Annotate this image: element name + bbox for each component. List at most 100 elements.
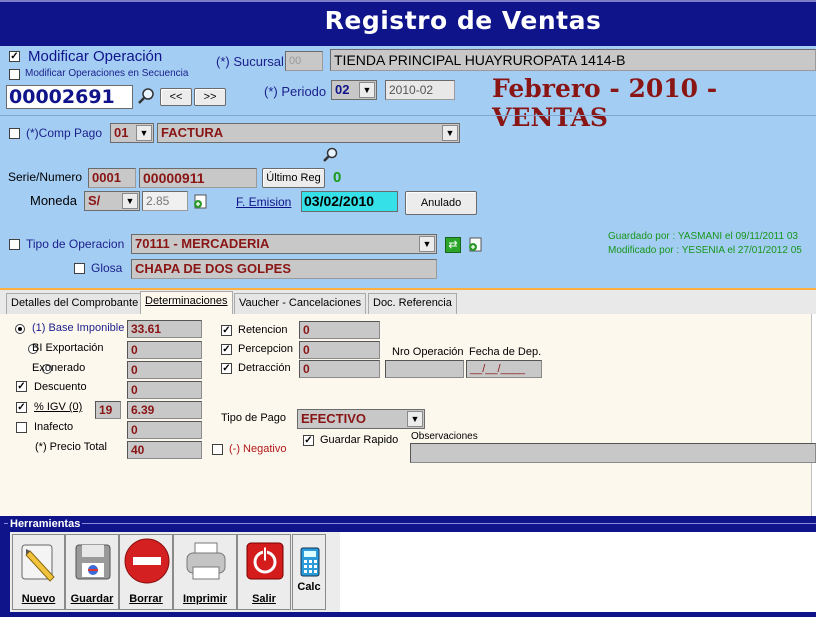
tipo-pago-label: Tipo de Pago bbox=[221, 412, 287, 424]
igv-checkbox[interactable]: ✓ bbox=[16, 402, 27, 413]
exonerado-label: Exonerado bbox=[32, 362, 86, 374]
tipo-pago-value: EFECTIVO bbox=[301, 411, 367, 426]
nro-operacion-label: Nro Operación bbox=[392, 346, 464, 358]
percepcion-checkbox[interactable]: ✓ bbox=[221, 344, 232, 355]
next-button[interactable]: >> bbox=[194, 88, 226, 106]
chevron-down-icon[interactable]: ▼ bbox=[122, 193, 138, 209]
tab-vaucher[interactable]: Vaucher - Cancelaciones bbox=[234, 293, 367, 314]
tipo-operacion-value: 70111 - MERCADERIA bbox=[135, 236, 270, 251]
serie-field[interactable]: 0001 bbox=[88, 168, 136, 188]
ultimo-reg-button[interactable]: Último Reg bbox=[262, 168, 325, 188]
guardar-rapido-checkbox[interactable]: ✓ bbox=[303, 435, 314, 446]
guardado-info: Guardado por : YASMANI el 09/11/2011 03 bbox=[608, 231, 798, 242]
retencion-checkbox[interactable]: ✓ bbox=[221, 325, 232, 336]
bi-exp-label: BI Exportación bbox=[32, 342, 104, 354]
negativo-label: (-) Negativo bbox=[229, 443, 287, 455]
anulado-button[interactable]: Anulado bbox=[405, 191, 477, 215]
percepcion-label: Percepcion bbox=[238, 343, 294, 355]
glosa-field[interactable]: CHAPA DE DOS GOLPES bbox=[131, 259, 437, 279]
refresh-icon[interactable] bbox=[192, 194, 208, 213]
secuencia-checkbox[interactable] bbox=[9, 69, 20, 80]
precio-field[interactable]: 40 bbox=[127, 441, 202, 459]
nro-operacion-field[interactable] bbox=[385, 360, 464, 378]
chevron-down-icon[interactable]: ▼ bbox=[442, 125, 458, 141]
retencion-field[interactable]: 0 bbox=[299, 321, 380, 339]
divider bbox=[0, 115, 816, 116]
herramientas-divider bbox=[4, 523, 816, 524]
tab-determinaciones[interactable]: Determinaciones bbox=[140, 291, 233, 314]
descuento-checkbox[interactable]: ✓ bbox=[16, 381, 27, 392]
comp-code-select[interactable]: 01 ▼ bbox=[110, 123, 154, 143]
calc-button[interactable]: Calc bbox=[292, 534, 326, 610]
borrar-button[interactable]: Borrar bbox=[119, 534, 173, 610]
search-comp-icon[interactable] bbox=[321, 146, 341, 167]
moneda-label: Moneda bbox=[30, 193, 77, 208]
serie-label: Serie/Numero bbox=[8, 170, 83, 184]
glosa-label: Glosa bbox=[91, 261, 123, 275]
igv-label: % IGV (0) bbox=[34, 401, 83, 413]
base-radio[interactable] bbox=[15, 324, 25, 334]
periodo-banner: Febrero - 2010 - VENTAS bbox=[492, 74, 718, 132]
herramientas-label: Herramientas bbox=[8, 518, 83, 530]
igv-field[interactable]: 6.39 bbox=[127, 401, 202, 419]
periodo-month-value: 02 bbox=[335, 82, 350, 97]
swap-icon[interactable]: ⇄ bbox=[445, 237, 461, 253]
search-icon[interactable] bbox=[137, 86, 157, 109]
negativo-checkbox[interactable] bbox=[212, 444, 223, 455]
pencil-icon bbox=[20, 541, 60, 586]
sucursal-name[interactable]: TIENDA PRINCIPAL HUAYRUROPATA 1414-B bbox=[330, 49, 816, 71]
comp-pago-checkbox[interactable] bbox=[9, 128, 20, 139]
inafecto-checkbox[interactable] bbox=[16, 422, 27, 433]
percepcion-field[interactable]: 0 bbox=[299, 341, 380, 359]
periodo-month-select[interactable]: 02 ▼ bbox=[331, 80, 377, 100]
nuevo-button[interactable]: Nuevo bbox=[12, 534, 65, 610]
moneda-value: S/ bbox=[88, 193, 101, 208]
tipo-cambio-field[interactable]: 2.85 bbox=[142, 191, 188, 211]
glosa-checkbox[interactable] bbox=[74, 263, 85, 274]
toolbar-blank-area bbox=[340, 532, 816, 612]
imprimir-button[interactable]: Imprimir bbox=[173, 534, 237, 610]
comp-name-select[interactable]: FACTURA ▼ bbox=[157, 123, 460, 143]
descuento-label: Descuento bbox=[34, 381, 87, 393]
fecha-dep-field[interactable]: __/__/____ bbox=[466, 360, 542, 378]
comp-pago-label: (*)Comp Pago bbox=[26, 126, 103, 140]
borrar-label: Borrar bbox=[129, 593, 163, 605]
modificado-info: Modificado por : YESENIA el 27/01/2012 0… bbox=[608, 245, 802, 256]
chevron-down-icon[interactable]: ▼ bbox=[136, 125, 152, 141]
salir-button[interactable]: Salir bbox=[237, 534, 291, 610]
tipo-pago-select[interactable]: EFECTIVO ▼ bbox=[297, 409, 425, 429]
delete-icon bbox=[124, 537, 170, 588]
tipo-operacion-select[interactable]: 70111 - MERCADERIA ▼ bbox=[131, 234, 437, 254]
chevron-down-icon[interactable]: ▼ bbox=[359, 82, 375, 98]
inafecto-field[interactable]: 0 bbox=[127, 421, 202, 439]
numero-field[interactable]: 00000911 bbox=[139, 168, 257, 188]
tipo-operacion-checkbox[interactable] bbox=[9, 239, 20, 250]
chevron-down-icon[interactable]: ▼ bbox=[419, 236, 435, 252]
chevron-down-icon[interactable]: ▼ bbox=[407, 411, 423, 427]
add-doc-icon[interactable] bbox=[467, 237, 483, 256]
observaciones-field[interactable] bbox=[410, 443, 816, 463]
detraccion-field[interactable]: 0 bbox=[299, 360, 380, 378]
moneda-select[interactable]: S/ ▼ bbox=[84, 191, 140, 211]
modificar-checkbox[interactable]: ✓ bbox=[9, 51, 20, 62]
prev-button[interactable]: << bbox=[160, 88, 192, 106]
anulado-label: Anulado bbox=[420, 197, 462, 209]
emision-label: F. Emision bbox=[236, 195, 292, 209]
periodo-value[interactable]: 2010-02 bbox=[385, 80, 455, 100]
tab-doc-referencia[interactable]: Doc. Referencia bbox=[368, 293, 457, 314]
igv-rate-field[interactable]: 19 bbox=[95, 401, 121, 419]
bi-exp-field[interactable]: 0 bbox=[127, 341, 202, 359]
printer-icon bbox=[185, 541, 227, 586]
sucursal-code[interactable]: 00 bbox=[285, 51, 323, 71]
exonerado-field[interactable]: 0 bbox=[127, 361, 202, 379]
guardar-button[interactable]: Guardar bbox=[65, 534, 119, 610]
tipo-operacion-label: Tipo de Operacion bbox=[26, 237, 125, 251]
tab-detalles[interactable]: Detalles del Comprobante bbox=[6, 293, 144, 314]
precio-label: (*) Precio Total bbox=[35, 441, 107, 453]
base-field[interactable]: 33.61 bbox=[127, 320, 202, 338]
nuevo-label: Nuevo bbox=[21, 593, 56, 605]
emision-field[interactable]: 03/02/2010 bbox=[301, 191, 398, 212]
operation-number[interactable]: 00002691 bbox=[6, 85, 133, 109]
detraccion-checkbox[interactable]: ✓ bbox=[221, 363, 232, 374]
descuento-field[interactable]: 0 bbox=[127, 381, 202, 399]
